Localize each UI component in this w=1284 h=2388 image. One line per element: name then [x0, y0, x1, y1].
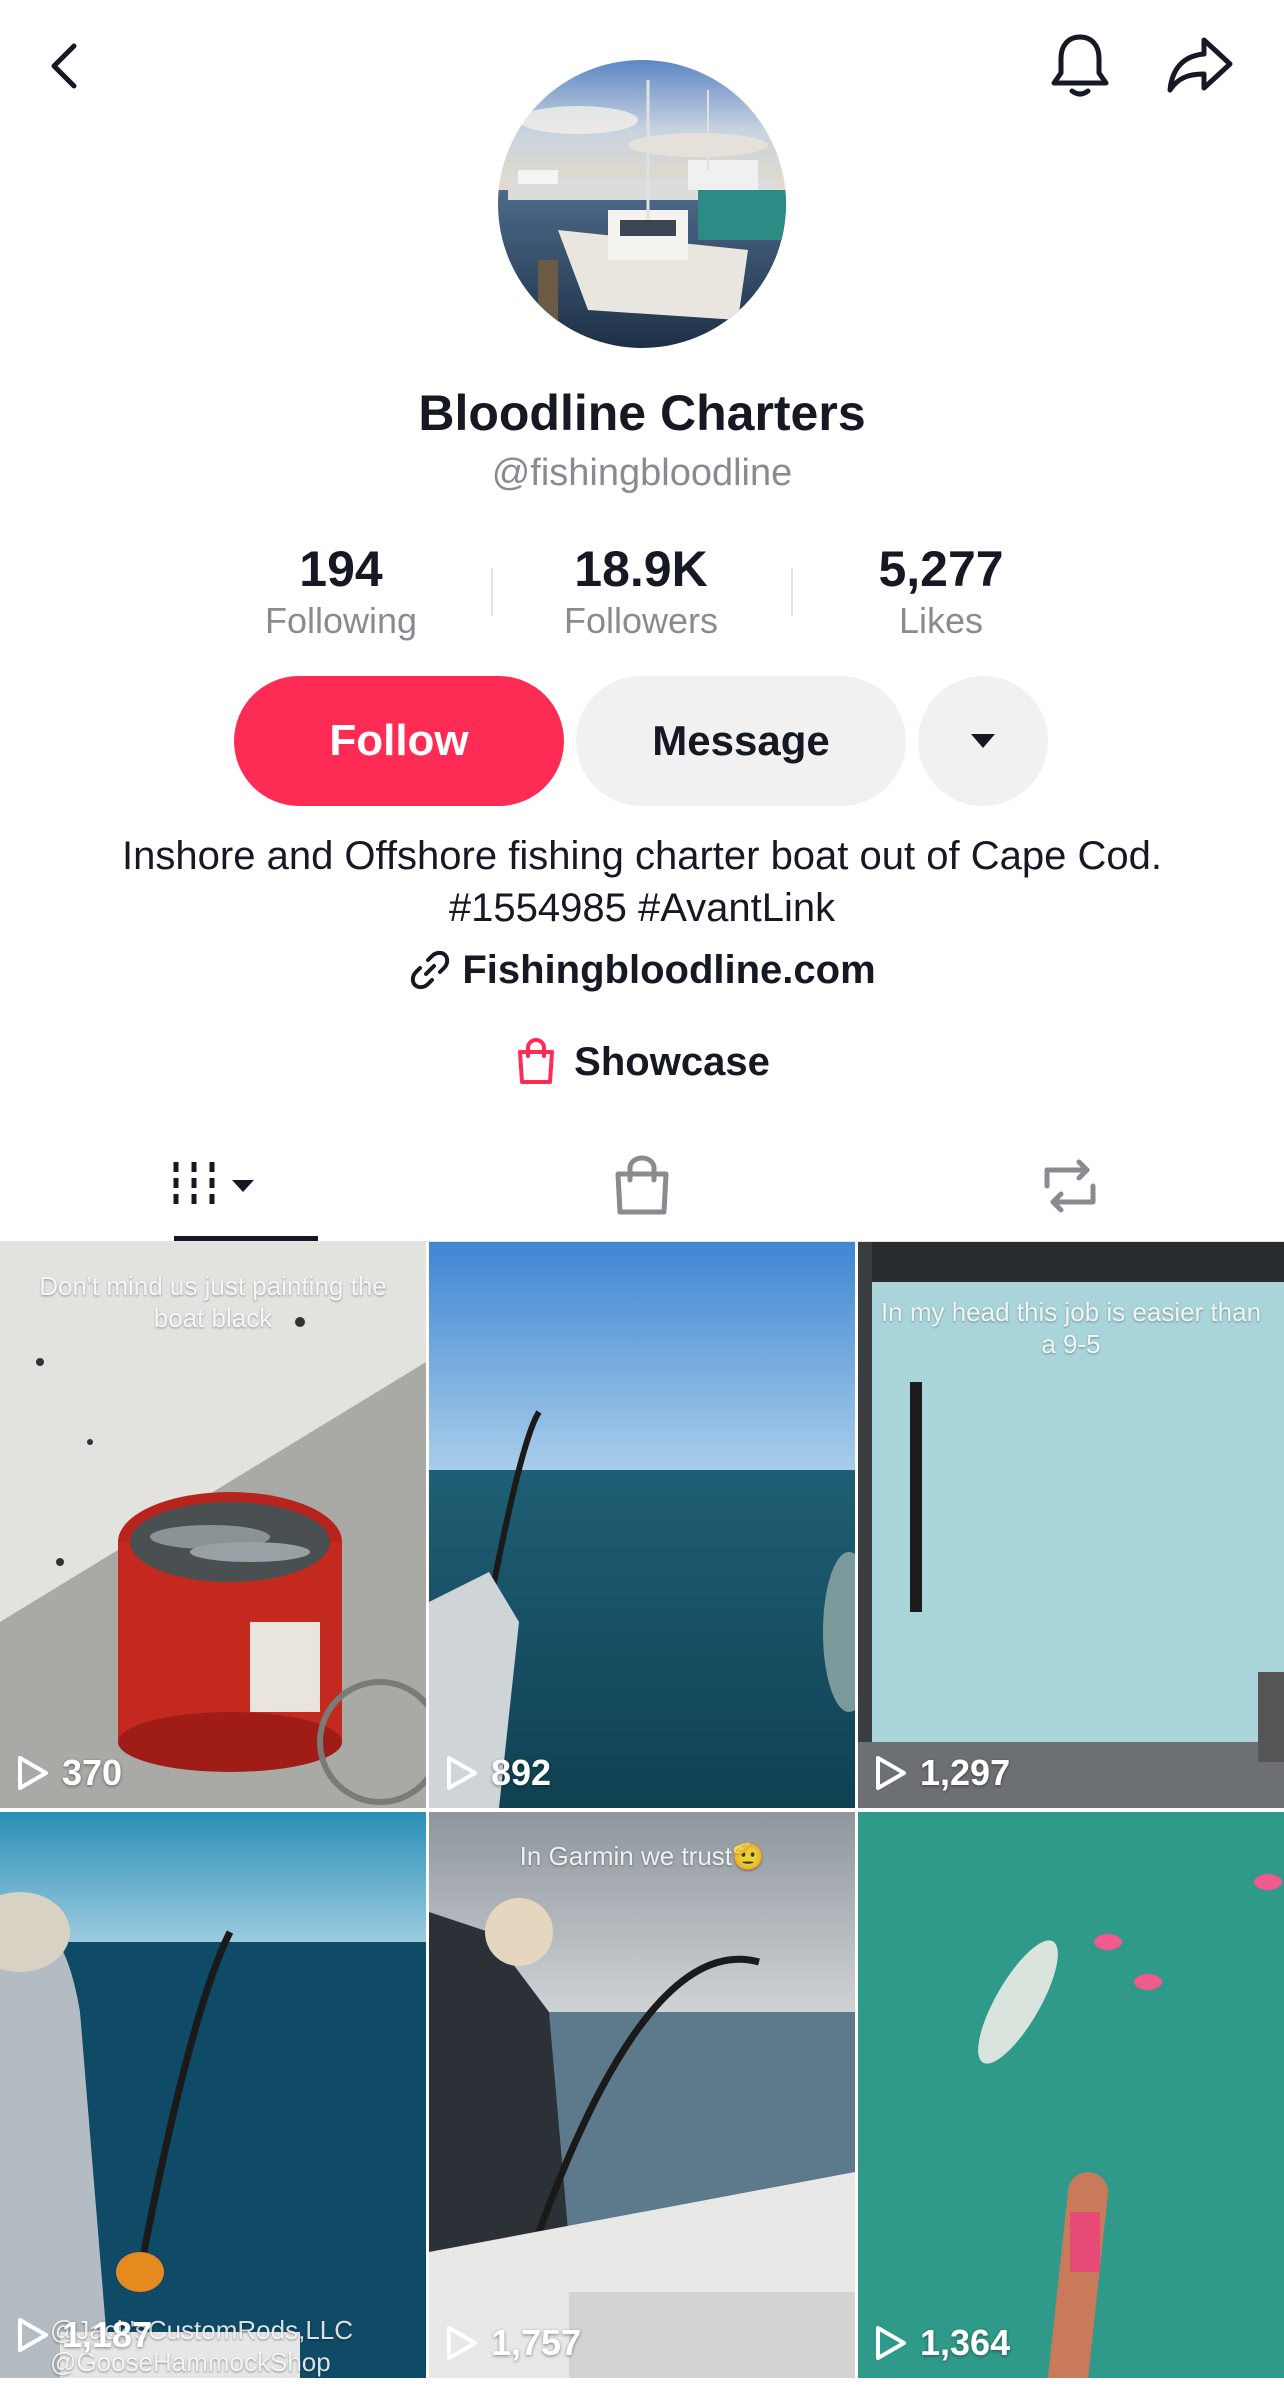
video-thumbnail [0, 1812, 426, 2378]
bell-icon [1051, 34, 1109, 97]
video-tile[interactable]: 1,364 [858, 1812, 1284, 2378]
video-thumbnail [429, 1242, 855, 1808]
followers-count: 18.9K [574, 541, 708, 597]
play-icon [18, 1756, 48, 1790]
view-count: 1,364 [874, 2322, 1010, 2364]
back-button[interactable] [26, 26, 106, 106]
chevron-left-icon [51, 43, 77, 89]
view-count: 1,757 [445, 2322, 581, 2364]
avatar-harbor-photo [498, 60, 786, 348]
video-caption: Don't mind us just painting the boat bla… [39, 1271, 387, 1333]
showcase-link[interactable]: Showcase [0, 1030, 1284, 1094]
view-count: 1,297 [874, 1752, 1010, 1794]
showcase-label: Showcase [574, 1039, 770, 1084]
more-options-button[interactable] [918, 676, 1048, 806]
video-tile[interactable]: In my head this job is easier than a 9-5… [858, 1242, 1284, 1808]
play-icon [876, 1756, 906, 1790]
share-button[interactable] [1160, 26, 1240, 106]
avatar[interactable] [498, 60, 786, 348]
bio-text: Inshore and Offshore fishing charter boa… [122, 834, 1162, 930]
shopping-bag-icon [518, 1038, 555, 1084]
share-arrow-icon [1167, 37, 1233, 93]
video-tile[interactable]: Don't mind us just painting the boat bla… [0, 1242, 426, 1808]
tab-shop[interactable] [428, 1130, 856, 1242]
stat-divider [791, 568, 793, 616]
video-tile[interactable]: 892 [429, 1242, 855, 1808]
display-name: Bloodline Charters [418, 385, 866, 441]
view-count-text: 1,187 [62, 2314, 153, 2355]
tab-videos[interactable] [0, 1130, 428, 1242]
video-tile[interactable]: @Jack'sCustomRods,LLC @GooseHammockShop … [0, 1812, 426, 2378]
follow-button[interactable]: Follow [234, 676, 564, 806]
caret-down-icon [971, 734, 995, 748]
play-icon [876, 2326, 906, 2360]
view-count-text: 1,757 [491, 2322, 582, 2363]
video-caption: In Garmin we trust🫡 [519, 1841, 765, 1871]
followers-label: Followers [563, 600, 719, 641]
play-icon [18, 2318, 48, 2352]
notifications-button[interactable] [1040, 26, 1120, 106]
play-icon [447, 1756, 477, 1790]
view-count-text: 1,364 [920, 2322, 1011, 2363]
view-count-text: 370 [62, 1752, 123, 1793]
stat-divider [491, 568, 493, 616]
username-handle: @fishingbloodline [491, 452, 793, 494]
content-tabs [0, 1130, 1284, 1242]
view-count-text: 892 [491, 1752, 552, 1793]
play-icon [447, 2326, 477, 2360]
view-count: 1,187 [16, 2314, 152, 2356]
likes-count: 5,277 [878, 541, 1004, 597]
tab-reposts[interactable] [856, 1130, 1284, 1242]
view-count: 370 [16, 1752, 122, 1794]
video-thumbnail [858, 1812, 1284, 2378]
following-stat[interactable]: 194 Following [211, 540, 471, 644]
video-caption: In my head this job is easier than a 9-5 [880, 1297, 1262, 1359]
followers-stat[interactable]: 18.9K Followers [511, 540, 771, 644]
stats-row: 194 Following 18.9K Followers 5,277 Like… [0, 540, 1284, 641]
message-button[interactable]: Message [576, 676, 906, 806]
following-count: 194 [299, 541, 383, 597]
video-tile[interactable]: In Garmin we trust🫡 1,757 [429, 1812, 855, 2378]
video-grid-icon [173, 1162, 254, 1210]
website-link-text[interactable]: Fishingbloodline.com [462, 948, 875, 993]
link-icon [411, 950, 450, 990]
shopping-bag-icon [615, 1155, 669, 1215]
likes-label: Likes [898, 600, 984, 641]
view-count: 892 [445, 1752, 551, 1794]
video-grid: Don't mind us just painting the boat bla… [0, 1242, 1284, 2388]
repost-icon [1044, 1159, 1096, 1213]
website-link[interactable]: Fishingbloodline.com [0, 940, 1284, 1000]
view-count-text: 1,297 [920, 1752, 1011, 1793]
likes-stat[interactable]: 5,277 Likes [811, 540, 1071, 644]
video-thumbnail [429, 1812, 855, 2378]
following-label: Following [264, 600, 418, 641]
